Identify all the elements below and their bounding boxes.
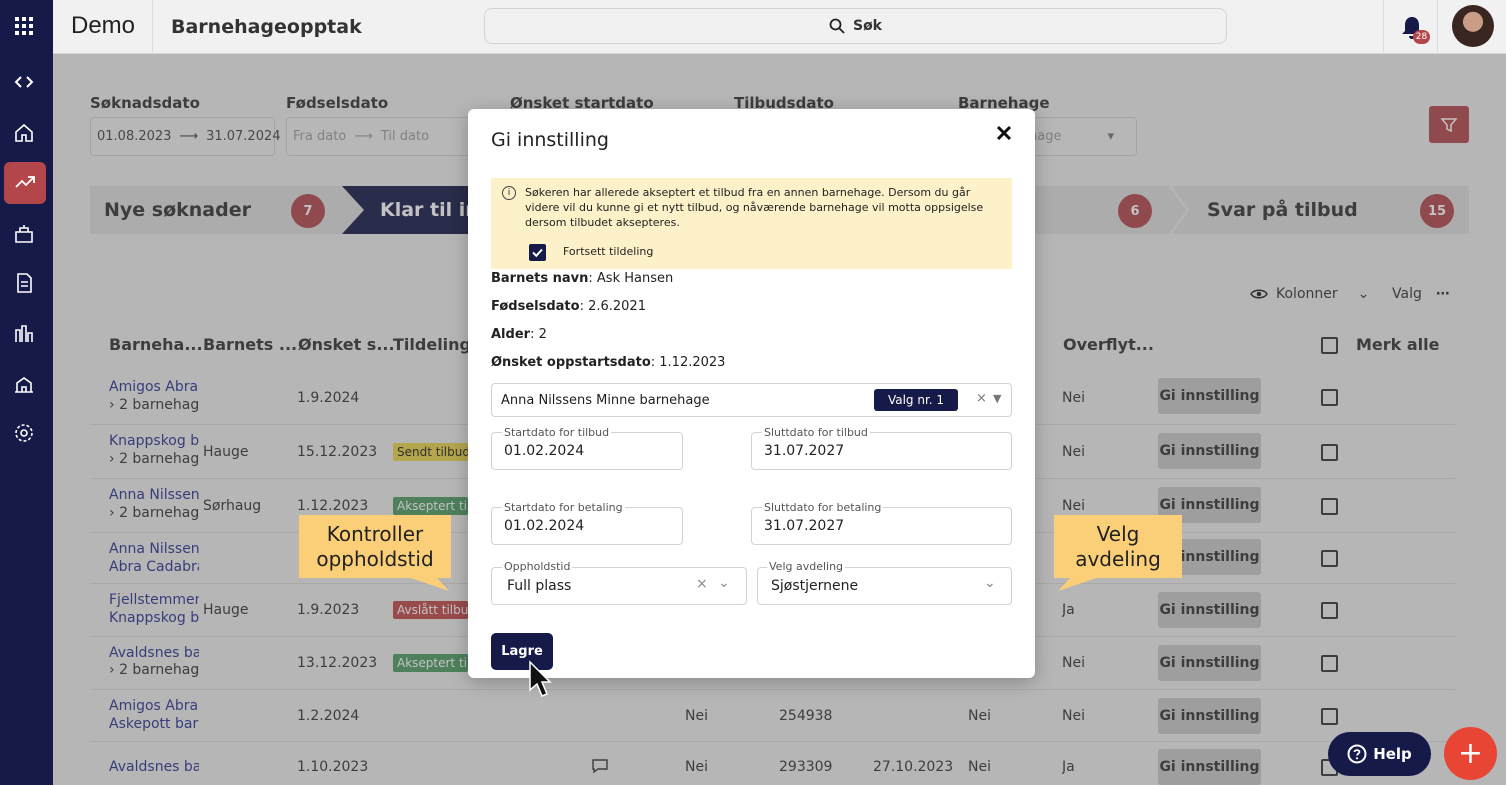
field-label: Sluttdato for tilbud <box>762 426 870 439</box>
field-value: Sjøstjernene <box>771 578 859 594</box>
help-label: Help <box>1373 745 1412 763</box>
selected-barnehage: Anna Nilssens Minne barnehage <box>501 392 710 408</box>
callout-text: avdeling <box>1075 546 1161 571</box>
info-label: Fødselsdato <box>491 299 580 314</box>
continue-checkbox[interactable] <box>529 244 546 261</box>
clear-icon[interactable]: × <box>976 391 987 406</box>
notification-count-badge: 28 <box>1413 30 1430 44</box>
info-icon: i <box>502 186 516 200</box>
info-label: Alder <box>491 327 531 342</box>
document-icon[interactable] <box>8 267 40 299</box>
alder-line: Alder: 2 <box>491 327 547 342</box>
settings-gear-icon[interactable] <box>8 417 40 449</box>
field-label: Startdato for betaling <box>502 501 625 514</box>
warning-text: Søkeren har allerede akseptert et tilbud… <box>525 186 984 229</box>
gi-innstilling-dialog: Gi innstilling i Søkeren har allerede ak… <box>468 109 1035 678</box>
check-icon <box>532 248 543 258</box>
field-value: 31.07.2027 <box>764 443 845 459</box>
search-label: Søk <box>852 18 882 34</box>
top-header: Demo Barnehageopptak Søk 28 <box>53 0 1506 54</box>
field-label: Oppholdstid <box>502 560 573 573</box>
field-value: 01.02.2024 <box>504 443 585 459</box>
dialog-title: Gi innstilling <box>491 129 609 151</box>
callout-text: Velg <box>1096 521 1140 546</box>
callout-pointer <box>1058 576 1102 591</box>
clear-icon[interactable]: × <box>696 576 708 592</box>
barnehage-select[interactable]: Anna Nilssens Minne barnehage Valg nr. 1… <box>491 383 1012 417</box>
info-label: Ønsket oppstartsdato <box>491 355 651 370</box>
onsket-oppstart-line: Ønsket oppstartsdato: 1.12.2023 <box>491 355 725 370</box>
sidebar <box>0 0 53 785</box>
info-value: : Ask Hansen <box>588 271 674 286</box>
continue-label: Fortsett tildeling <box>563 245 654 258</box>
close-icon[interactable] <box>994 123 1014 143</box>
valg-badge: Valg nr. 1 <box>874 389 958 411</box>
add-plus-icon[interactable]: + <box>1444 727 1497 780</box>
chevron-down-icon[interactable]: ⌄ <box>984 575 996 591</box>
callout-avdeling: Velg avdeling <box>1054 515 1182 578</box>
chevron-down-icon[interactable]: ▼ <box>993 392 1001 405</box>
chevron-down-icon[interactable]: ⌄ <box>718 575 730 591</box>
field-value: 31.07.2027 <box>764 518 845 534</box>
page-title: Barnehageopptak <box>171 16 362 38</box>
search-bar[interactable]: Søk <box>484 8 1227 44</box>
kindergarten-icon[interactable] <box>8 217 40 249</box>
header-divider <box>1383 0 1384 54</box>
warning-box: i Søkeren har allerede akseptert et tilb… <box>491 178 1012 269</box>
field-label: Sluttdato for betaling <box>762 501 884 514</box>
callout-text: oppholdstid <box>316 546 434 571</box>
header-divider <box>152 0 153 54</box>
field-value: Full plass <box>507 578 572 594</box>
buildings-icon[interactable] <box>8 367 40 399</box>
expand-sidebar-icon[interactable] <box>8 66 40 98</box>
help-button[interactable]: Help <box>1328 732 1431 776</box>
mouse-cursor-icon <box>529 660 552 697</box>
help-question-icon <box>1347 744 1367 764</box>
callout-oppholdstid: Kontroller oppholdstid <box>299 515 451 578</box>
user-avatar[interactable] <box>1452 5 1494 47</box>
field-label: Velg avdeling <box>767 560 846 573</box>
field-value: 01.02.2024 <box>504 518 585 534</box>
home-icon[interactable] <box>8 117 40 149</box>
barnets-navn-line: Barnets navn: Ask Hansen <box>491 271 673 286</box>
search-icon <box>829 18 845 34</box>
info-value: : 1.12.2023 <box>650 355 726 370</box>
info-value: : 2.6.2021 <box>579 299 646 314</box>
header-divider <box>1437 0 1438 54</box>
brand-name: Demo <box>71 12 136 39</box>
callout-text: Kontroller <box>326 521 424 546</box>
info-label: Barnets navn <box>491 271 589 286</box>
callout-pointer <box>405 576 449 591</box>
apps-grid-icon[interactable] <box>8 10 40 42</box>
fodselsdato-line: Fødselsdato: 2.6.2021 <box>491 299 646 314</box>
admission-icon[interactable] <box>4 162 46 204</box>
field-label: Startdato for tilbud <box>502 426 612 439</box>
info-value: : 2 <box>530 327 547 342</box>
statistics-icon[interactable] <box>8 317 40 349</box>
